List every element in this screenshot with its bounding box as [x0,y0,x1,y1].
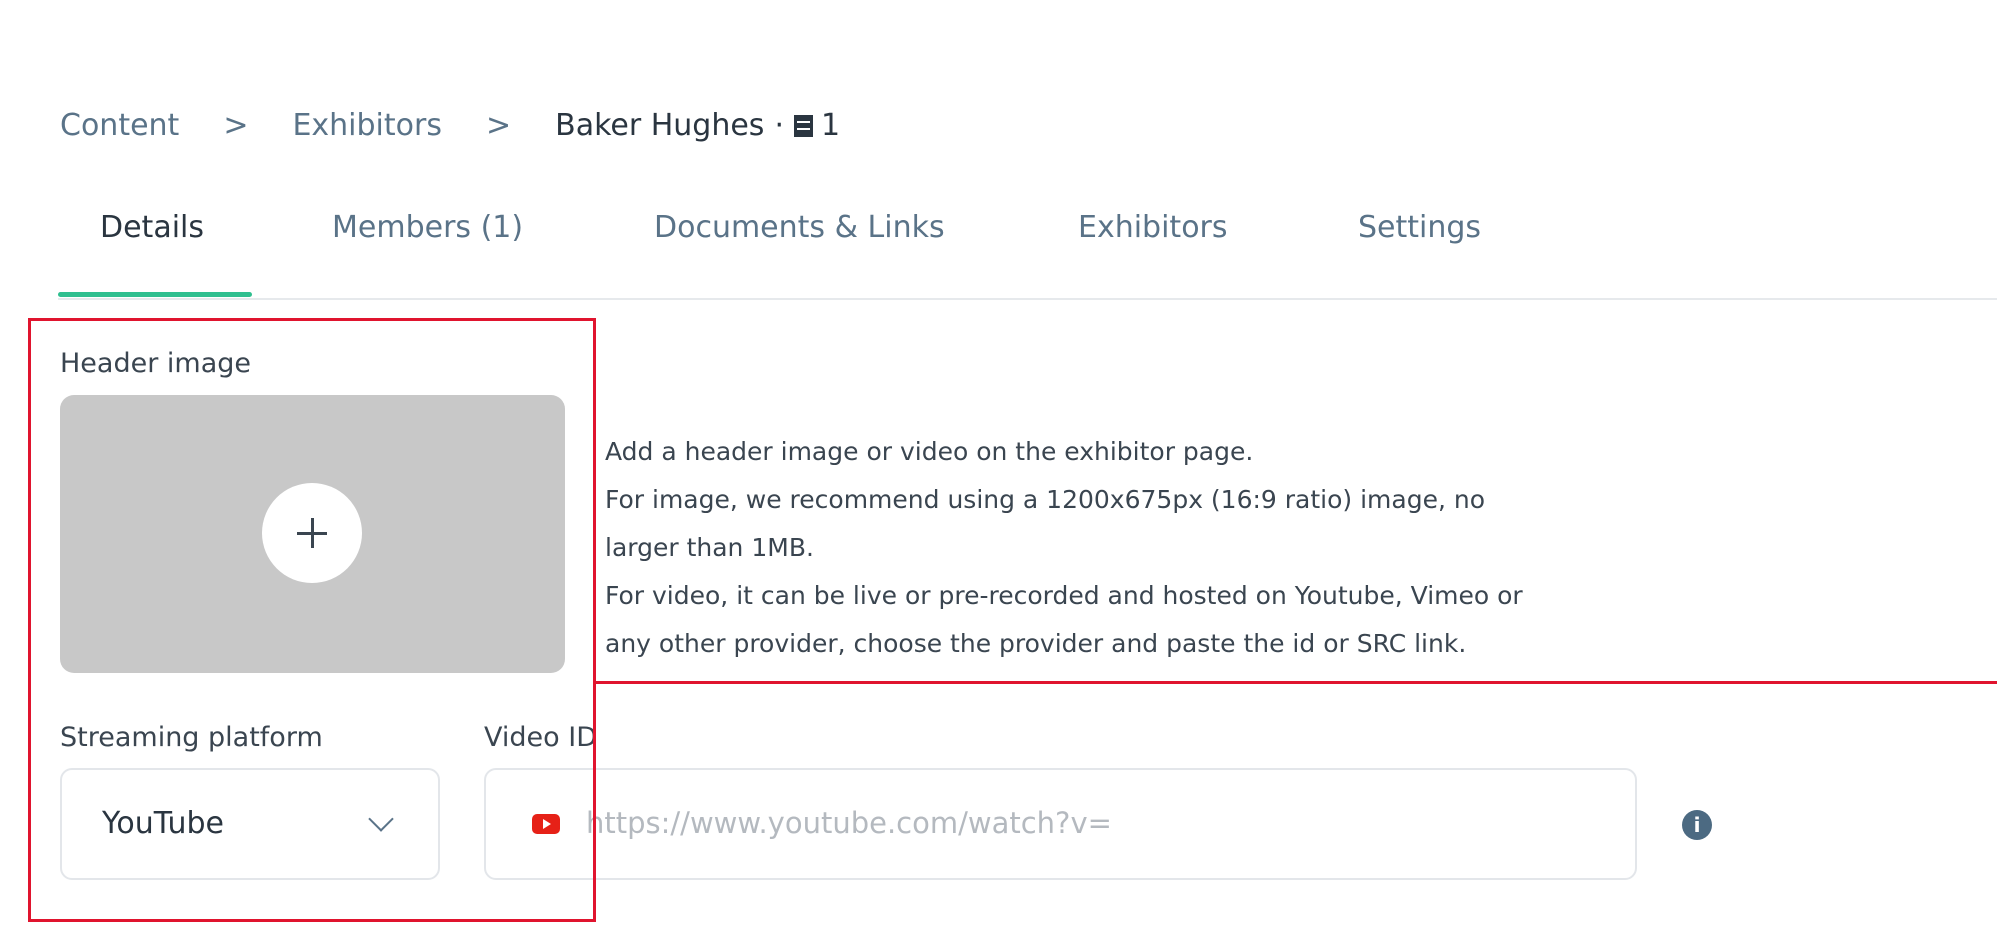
youtube-icon [532,814,560,834]
breadcrumb-dot: · [774,108,784,143]
breadcrumb-current: Baker Hughes [555,108,765,143]
breadcrumb: Content > Exhibitors > Baker Hughes · 1 [60,108,840,143]
info-icon[interactable]: i [1682,810,1712,840]
exhibitor-details-page: Content > Exhibitors > Baker Hughes · 1 … [0,0,1997,934]
tab-exhibitors[interactable]: Exhibitors [1078,210,1228,245]
breadcrumb-separator: > [223,108,249,143]
streaming-platform-value: YouTube [102,806,224,841]
help-line: For image, we recommend using a 1200x675… [605,485,1486,514]
tab-details[interactable]: Details [100,210,204,245]
streaming-platform-select[interactable]: YouTube [60,768,440,880]
breadcrumb-count: 1 [820,108,841,143]
tab-settings[interactable]: Settings [1358,210,1481,245]
streaming-platform-label: Streaming platform [60,722,323,753]
chevron-down-icon [368,806,394,832]
video-id-placeholder: https://www.youtube.com/watch?v= [586,806,1112,840]
plus-icon[interactable] [262,483,362,583]
help-line: For video, it can be live or pre-recorde… [605,581,1523,610]
header-image-help-text: Add a header image or video on the exhib… [605,428,1655,668]
active-tab-indicator [58,292,252,297]
tab-bar: Details Members (1) Documents & Links Ex… [58,210,1997,300]
breadcrumb-content-link[interactable]: Content [60,108,179,143]
document-icon [793,114,813,137]
breadcrumb-exhibitors-link[interactable]: Exhibitors [292,108,442,143]
video-id-label: Video ID [484,722,597,753]
tab-members[interactable]: Members (1) [332,210,523,245]
breadcrumb-separator: > [485,108,512,143]
help-line: any other provider, choose the provider … [605,629,1467,658]
help-line: larger than 1MB. [605,533,814,562]
annotation-highlight-line [594,681,1997,684]
video-id-input[interactable]: https://www.youtube.com/watch?v= [484,768,1637,880]
header-image-label: Header image [60,348,251,379]
header-image-upload[interactable] [60,395,565,673]
tab-documents-links[interactable]: Documents & Links [654,210,945,245]
help-line: Add a header image or video on the exhib… [605,437,1254,466]
